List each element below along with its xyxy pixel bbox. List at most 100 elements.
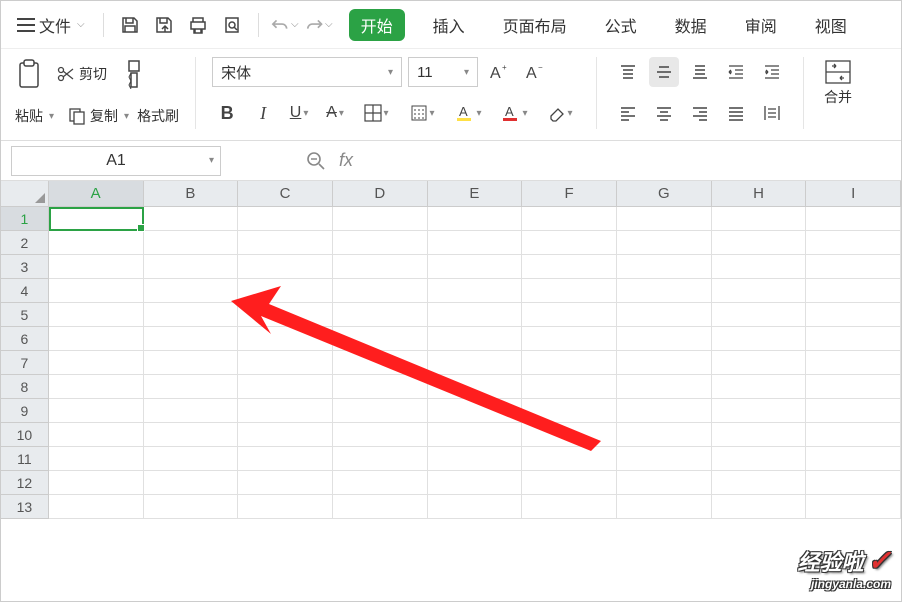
font-name-select[interactable]: 宋体 ▾ [212,57,402,87]
cell[interactable] [144,399,239,423]
cell[interactable] [333,351,428,375]
cell[interactable] [238,423,333,447]
row-header[interactable]: 10 [1,423,49,447]
cell[interactable] [712,495,807,519]
insert-function-button[interactable] [301,146,331,176]
cell[interactable] [522,231,617,255]
cell[interactable] [806,279,901,303]
cell[interactable] [144,351,239,375]
paste-button[interactable] [11,57,47,91]
cell[interactable] [144,231,239,255]
name-box[interactable]: A1 ▾ [11,146,221,176]
cell[interactable] [144,375,239,399]
cell[interactable] [617,423,712,447]
row-header[interactable]: 8 [1,375,49,399]
cut-button[interactable]: 剪切 [53,62,111,86]
row-header[interactable]: 3 [1,255,49,279]
cell[interactable] [522,255,617,279]
cell[interactable] [238,471,333,495]
cell[interactable] [333,447,428,471]
cell[interactable] [238,327,333,351]
cell[interactable] [49,447,144,471]
cell[interactable] [806,327,901,351]
cell[interactable] [144,303,239,327]
cell[interactable] [144,279,239,303]
cell[interactable] [806,495,901,519]
cell[interactable] [333,231,428,255]
cell[interactable] [333,303,428,327]
grow-font-button[interactable]: A+ [484,57,514,87]
cell[interactable] [238,231,333,255]
cell[interactable] [333,471,428,495]
font-size-select[interactable]: 11 ▾ [408,57,478,87]
cell[interactable] [806,447,901,471]
cell[interactable] [144,255,239,279]
cell[interactable] [617,279,712,303]
cell[interactable] [522,327,617,351]
cell[interactable] [49,423,144,447]
cell[interactable] [428,231,523,255]
cell[interactable] [333,207,428,231]
paste-dropdown[interactable]: 粘贴 ▾ [11,104,58,128]
cell[interactable] [238,207,333,231]
cell[interactable] [617,351,712,375]
cell[interactable] [333,495,428,519]
cell[interactable] [806,255,901,279]
cell[interactable] [428,327,523,351]
cell[interactable] [428,351,523,375]
tab-page-layout[interactable]: 页面布局 [493,7,577,43]
cell[interactable] [144,471,239,495]
clear-format-button[interactable]: ▾ [540,98,580,128]
cell[interactable] [238,375,333,399]
cell[interactable] [522,303,617,327]
align-middle-button[interactable] [649,57,679,87]
column-header[interactable]: D [333,181,428,207]
borders-button[interactable]: ▾ [356,98,396,128]
format-painter-button[interactable] [117,57,151,91]
cell[interactable] [806,231,901,255]
row-header[interactable]: 2 [1,231,49,255]
cell[interactable] [144,447,239,471]
print-preview-button[interactable] [218,11,246,39]
justify-button[interactable] [721,98,751,128]
cell[interactable] [49,279,144,303]
row-header[interactable]: 7 [1,351,49,375]
cell[interactable] [238,303,333,327]
cell[interactable] [49,471,144,495]
cell[interactable] [428,207,523,231]
fx-label[interactable]: fx [339,150,353,171]
cell[interactable] [49,231,144,255]
cell[interactable] [333,423,428,447]
row-header[interactable]: 13 [1,495,49,519]
cell[interactable] [238,495,333,519]
cell[interactable] [617,375,712,399]
tab-home[interactable]: 开始 [349,9,405,41]
cell[interactable] [144,423,239,447]
cell[interactable] [238,399,333,423]
cell[interactable] [49,375,144,399]
cell[interactable] [522,423,617,447]
cell[interactable] [238,255,333,279]
column-header[interactable]: F [522,181,617,207]
cell[interactable] [428,303,523,327]
cell[interactable] [238,279,333,303]
cell[interactable] [712,399,807,423]
cell[interactable] [522,207,617,231]
align-left-button[interactable] [613,98,643,128]
cell[interactable] [806,207,901,231]
row-header[interactable]: 11 [1,447,49,471]
align-top-button[interactable] [613,57,643,87]
cell[interactable] [617,495,712,519]
cell[interactable] [144,327,239,351]
cell[interactable] [49,327,144,351]
row-header[interactable]: 5 [1,303,49,327]
copy-button[interactable]: 复制 ▾ [64,104,133,128]
merge-cells-button[interactable]: 合并 [820,57,856,109]
row-header[interactable]: 4 [1,279,49,303]
tab-data[interactable]: 数据 [665,7,717,43]
cell[interactable] [428,255,523,279]
fill-pattern-button[interactable]: ▾ [402,98,442,128]
save-as-button[interactable] [150,11,178,39]
cell[interactable] [617,447,712,471]
column-header[interactable]: C [238,181,333,207]
